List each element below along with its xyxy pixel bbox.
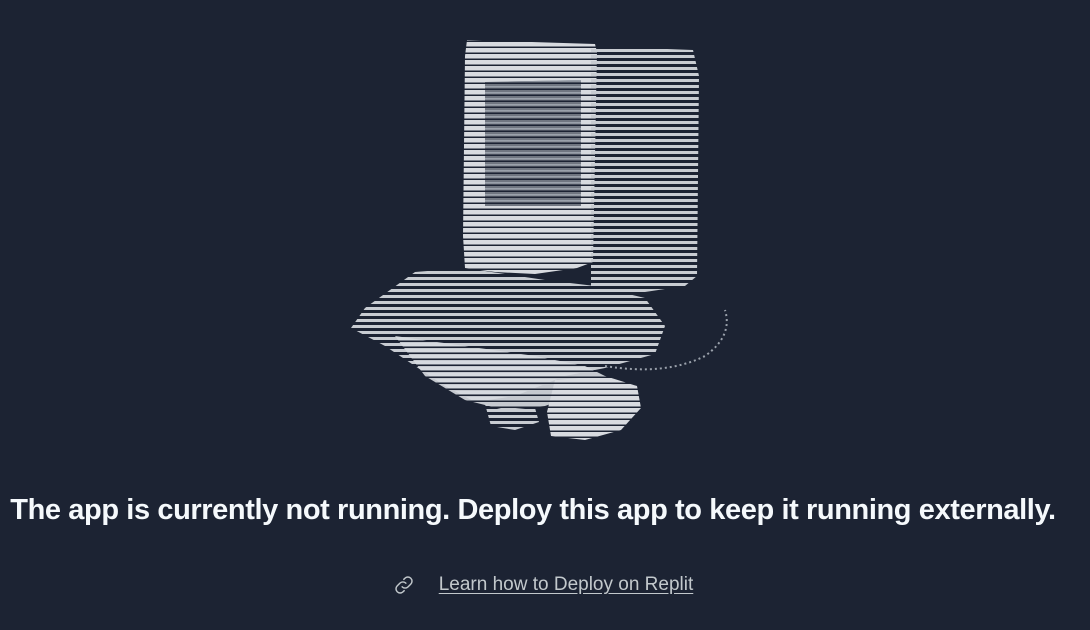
ascii-boot-illustration [345, 36, 745, 448]
help-link-row: Learn how to Deploy on Replit [0, 570, 1088, 600]
boot-shaft-right [591, 46, 699, 294]
boot-toe-tip [485, 404, 539, 430]
boot-heel [547, 376, 641, 440]
status-headline: The app is currently not running. Deploy… [10, 494, 1056, 526]
boot-shaft-shadow-lines [485, 80, 581, 206]
learn-deploy-link[interactable]: Learn how to Deploy on Replit [439, 574, 694, 596]
link-icon [393, 574, 415, 596]
ascii-art-svg [351, 40, 728, 440]
